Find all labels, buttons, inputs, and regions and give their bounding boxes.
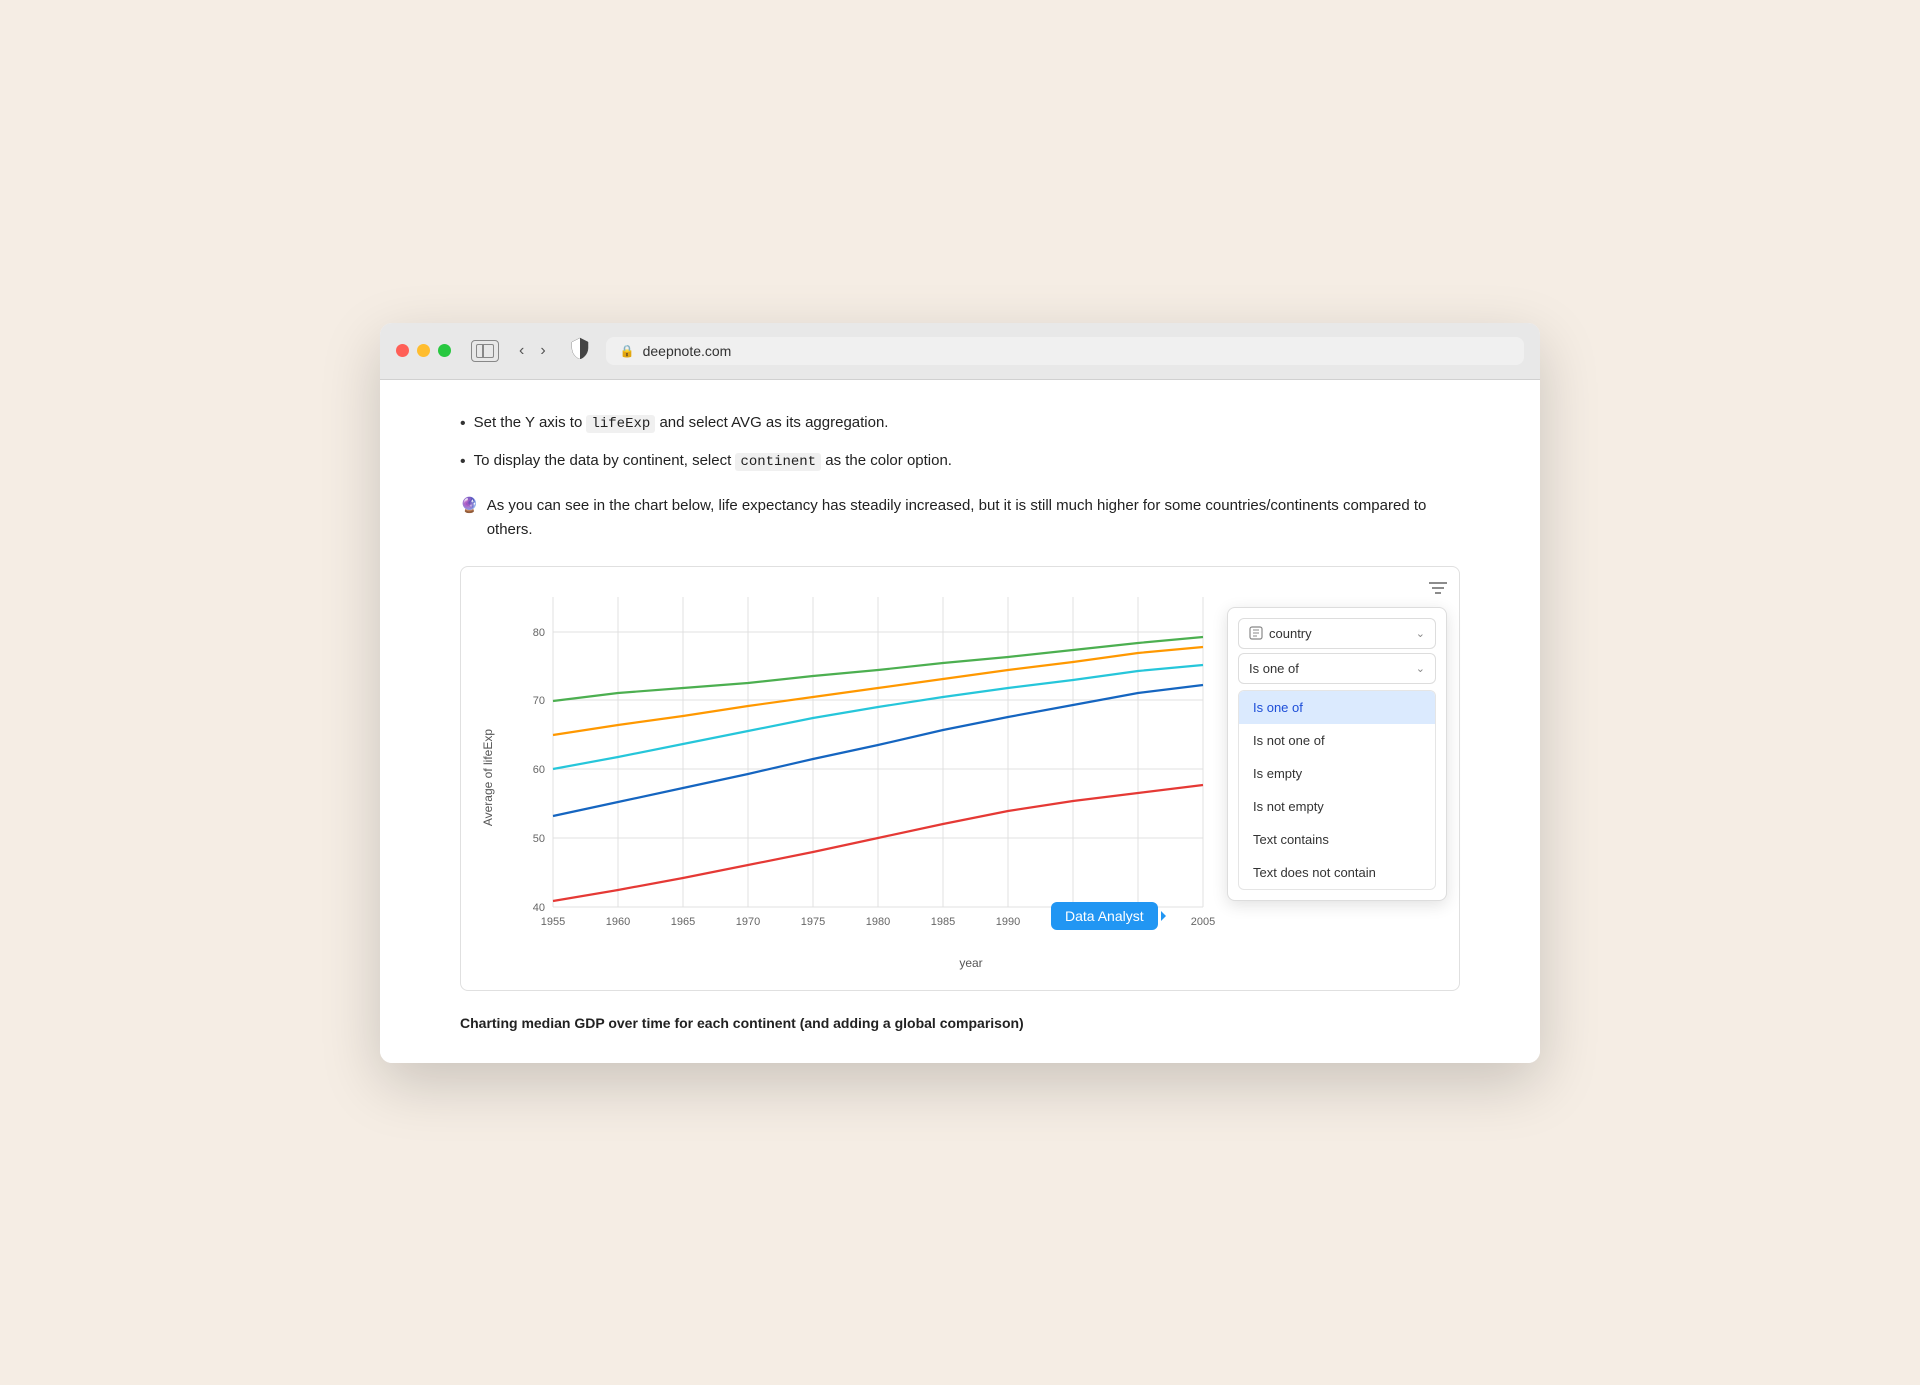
filter-icon-button[interactable] [1429, 579, 1447, 600]
close-button[interactable] [396, 344, 409, 357]
bullet-list: Set the Y axis to lifeExp and select AVG… [460, 412, 1460, 474]
svg-text:1995: 1995 [1061, 916, 1085, 928]
chart-x-label: year [503, 956, 1439, 970]
option-text-does-not-contain[interactable]: Text does not contain [1239, 856, 1435, 889]
option-is-not-one-of[interactable]: Is not one of [1239, 724, 1435, 757]
country-filter-label: country [1249, 626, 1312, 641]
address-text: deepnote.com [643, 343, 732, 359]
back-button[interactable]: ‹ [515, 340, 528, 362]
condition-label-text: Is one of [1249, 661, 1299, 676]
svg-text:1970: 1970 [736, 916, 760, 928]
svg-text:1975: 1975 [801, 916, 825, 928]
svg-text:1965: 1965 [671, 916, 695, 928]
address-bar[interactable]: 🔒 deepnote.com [606, 337, 1524, 365]
condition-chevron-icon: ⌄ [1416, 662, 1425, 675]
svg-text:50: 50 [533, 833, 545, 845]
option-text-contains[interactable]: Text contains [1239, 823, 1435, 856]
option-is-empty[interactable]: Is empty [1239, 757, 1435, 790]
svg-text:2000: 2000 [1126, 916, 1150, 928]
minimize-button[interactable] [417, 344, 430, 357]
page-content: Set the Y axis to lifeExp and select AVG… [380, 380, 1540, 1063]
svg-text:70: 70 [533, 695, 545, 707]
bullet-1-text: Set the Y axis to lifeExp and select AVG… [474, 412, 889, 436]
svg-text:1985: 1985 [931, 916, 955, 928]
country-filter-select[interactable]: country ⌄ [1238, 618, 1436, 649]
nav-buttons: ‹ › [515, 340, 550, 362]
chart-container: country ⌄ Is one of ⌄ Is one of Is not o… [460, 566, 1460, 991]
shield-icon [570, 337, 590, 364]
bullet-2-text: To display the data by continent, select… [474, 450, 952, 474]
filter-panel: country ⌄ Is one of ⌄ Is one of Is not o… [1227, 607, 1447, 901]
continent-code: continent [735, 453, 821, 471]
svg-text:1960: 1960 [606, 916, 630, 928]
maximize-button[interactable] [438, 344, 451, 357]
svg-text:80: 80 [533, 627, 545, 639]
svg-text:1980: 1980 [866, 916, 890, 928]
condition-filter-select[interactable]: Is one of ⌄ [1238, 653, 1436, 684]
country-chevron-icon: ⌄ [1416, 627, 1425, 640]
browser-chrome: ‹ › 🔒 deepnote.com [380, 323, 1540, 380]
lifeexp-code: lifeExp [586, 415, 655, 433]
description-paragraph: 🔮 As you can see in the chart below, lif… [460, 494, 1460, 542]
option-is-one-of[interactable]: Is one of [1239, 691, 1435, 724]
chart-svg: .grid-line { stroke: #e0e0e0; stroke-wid… [503, 587, 1223, 947]
sidebar-toggle-button[interactable] [471, 340, 499, 362]
country-label-text: country [1269, 626, 1312, 641]
sidebar-toggle-icon [476, 344, 494, 358]
bullet-item-1: Set the Y axis to lifeExp and select AVG… [460, 412, 1460, 436]
bottom-caption: Charting median GDP over time for each c… [460, 1015, 1460, 1031]
svg-text:40: 40 [533, 902, 545, 914]
svg-text:1955: 1955 [541, 916, 565, 928]
chart-y-label: Average of lifeExp [481, 729, 499, 826]
svg-text:60: 60 [533, 764, 545, 776]
svg-text:2005: 2005 [1191, 916, 1215, 928]
browser-window: ‹ › 🔒 deepnote.com Set the Y axis to lif… [380, 323, 1540, 1063]
option-is-not-empty[interactable]: Is not empty [1239, 790, 1435, 823]
lock-icon: 🔒 [620, 344, 635, 358]
traffic-lights [396, 344, 451, 357]
forward-button[interactable]: › [536, 340, 549, 362]
paragraph-text: As you can see in the chart below, life … [487, 494, 1460, 542]
svg-text:1990: 1990 [996, 916, 1020, 928]
filter-options-dropdown: Is one of Is not one of Is empty Is not … [1238, 690, 1436, 890]
globe-emoji: 🔮 [460, 494, 479, 542]
bullet-item-2: To display the data by continent, select… [460, 450, 1460, 474]
